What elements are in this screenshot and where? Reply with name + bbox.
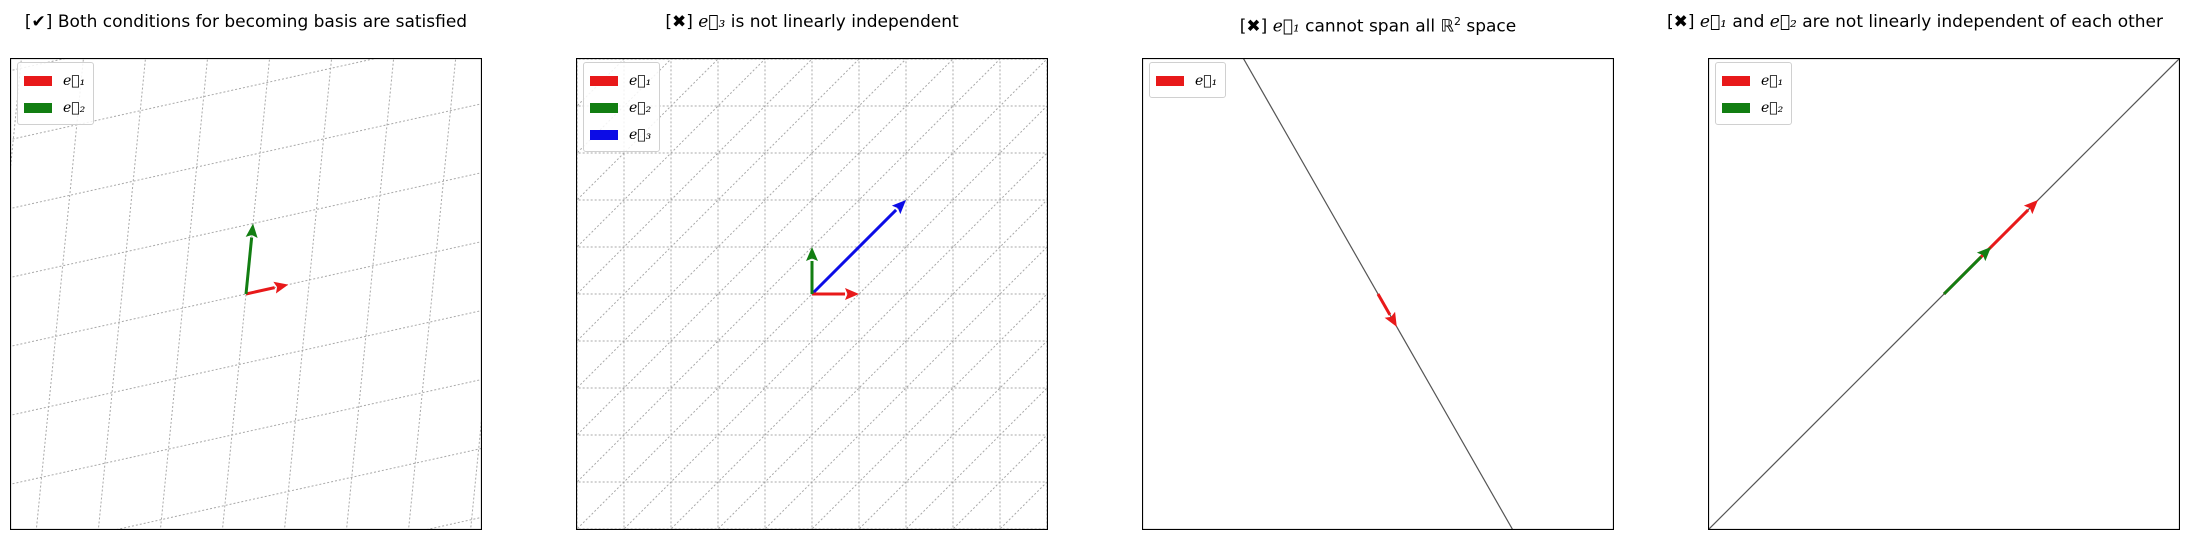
grid-line-e1 bbox=[112, 447, 482, 530]
legend-label: e⃗₁ bbox=[629, 72, 652, 89]
cross-mark: [✖] bbox=[1239, 16, 1268, 37]
panel-1-title: [✔] Both conditions for becoming basis a… bbox=[10, 8, 482, 36]
title-vector: e⃗₁ bbox=[1272, 16, 1300, 37]
grid-line-diagonal bbox=[716, 198, 1048, 530]
title-text: Both conditions for becoming basis are s… bbox=[57, 12, 468, 32]
panel-1-legend: e⃗₁ e⃗₂ bbox=[17, 62, 95, 125]
title-text-end: space bbox=[1460, 16, 1517, 37]
grid-line-diagonal bbox=[857, 339, 1048, 530]
legend-label: e⃗₁ bbox=[1761, 72, 1784, 89]
basis-plot bbox=[10, 58, 482, 530]
check-mark: [✔] bbox=[24, 12, 53, 32]
legend-swatch-e3 bbox=[590, 129, 618, 140]
legend-label: e⃗₂ bbox=[629, 99, 652, 116]
vector-e2-shaft bbox=[244, 237, 254, 295]
grid-line-e2 bbox=[159, 58, 209, 530]
title-text-end: are not linearly independent of each oth… bbox=[1796, 12, 2164, 32]
title-vector-2: e⃗₂ bbox=[1769, 12, 1797, 32]
grid-line-e2 bbox=[408, 58, 457, 530]
panel-4-plot bbox=[1708, 58, 2180, 530]
grid-line-diagonal bbox=[810, 292, 1048, 530]
title-vector-1: e⃗₁ bbox=[1699, 12, 1727, 32]
legend-item-e2: e⃗₂ bbox=[24, 94, 85, 121]
legend-label: e⃗₃ bbox=[629, 126, 652, 143]
grid-line-diagonal bbox=[904, 386, 1048, 530]
legend-item-e1: e⃗₁ bbox=[590, 67, 651, 94]
legend-item-e1: e⃗₁ bbox=[24, 67, 85, 94]
collinear-plot bbox=[1708, 58, 2180, 530]
grid-line-e1 bbox=[422, 516, 482, 530]
legend-item-e3: e⃗₃ bbox=[590, 121, 651, 148]
panel-2-title: [✖] e⃗₃ is not linearly independent bbox=[576, 8, 1048, 36]
grid-line-diagonal bbox=[669, 151, 1048, 530]
grid-line-diagonal bbox=[622, 104, 1048, 530]
vector-e2-shaft bbox=[1942, 255, 1983, 296]
grid-line-e1 bbox=[10, 378, 482, 485]
title-text: is not linearly independent bbox=[725, 12, 959, 32]
legend-label: e⃗₁ bbox=[1195, 72, 1218, 89]
grid-line-diagonal bbox=[998, 480, 1048, 530]
vector-e1-shaft bbox=[245, 286, 275, 296]
legend-swatch-e2 bbox=[1722, 102, 1750, 113]
single-vector-plot bbox=[1142, 58, 1614, 530]
legend-swatch-e1 bbox=[590, 75, 618, 86]
panel-3-plot bbox=[1142, 58, 1614, 530]
title-text: and bbox=[1726, 12, 1770, 32]
cross-mark: [✖] bbox=[665, 12, 693, 32]
title-vector: e⃗₃ bbox=[698, 12, 726, 32]
grid-line-e2 bbox=[345, 58, 395, 530]
legend-swatch-e1 bbox=[1156, 75, 1184, 86]
legend-item-e2: e⃗₂ bbox=[590, 94, 651, 121]
field-exponent: 2 bbox=[1453, 15, 1461, 28]
legend-swatch-e2 bbox=[24, 102, 52, 113]
legend-item-e2: e⃗₂ bbox=[1722, 94, 1783, 121]
panel-4-title: [✖] e⃗₁ and e⃗₂ are not linearly indepen… bbox=[1640, 8, 2190, 36]
panel-1-plot bbox=[10, 58, 482, 530]
legend-label: e⃗₁ bbox=[63, 72, 86, 89]
panel-4-legend: e⃗₁ e⃗₂ bbox=[1715, 62, 1793, 125]
vector-e3-shaft bbox=[810, 208, 898, 296]
legend-label: e⃗₂ bbox=[63, 99, 86, 116]
grid-line-diagonal bbox=[951, 433, 1048, 530]
grid-line-e1 bbox=[10, 172, 482, 279]
grid-line-e2 bbox=[283, 58, 333, 530]
grid-line-e1 bbox=[10, 309, 482, 416]
legend-label: e⃗₂ bbox=[1761, 99, 1784, 116]
grid-line-diagonal bbox=[763, 245, 1048, 530]
legend-swatch-e1 bbox=[1722, 75, 1750, 86]
grid-line-e2 bbox=[470, 410, 482, 530]
title-text: cannot span all bbox=[1299, 16, 1441, 37]
legend-swatch-e1 bbox=[24, 75, 52, 86]
panel-3-legend: e⃗₁ bbox=[1149, 62, 1227, 98]
legend-item-e1: e⃗₁ bbox=[1722, 67, 1783, 94]
vector-e1-shaft bbox=[1376, 293, 1392, 316]
legend-swatch-e2 bbox=[590, 102, 618, 113]
legend-item-e1: e⃗₁ bbox=[1156, 67, 1217, 94]
cross-mark: [✖] bbox=[1666, 12, 1695, 32]
panel-2-legend: e⃗₁ e⃗₂ e⃗₃ bbox=[583, 62, 661, 152]
panel-3-title: [✖] e⃗₁ cannot span all ℝ2 space bbox=[1142, 8, 1614, 37]
field-symbol: ℝ bbox=[1440, 16, 1454, 37]
